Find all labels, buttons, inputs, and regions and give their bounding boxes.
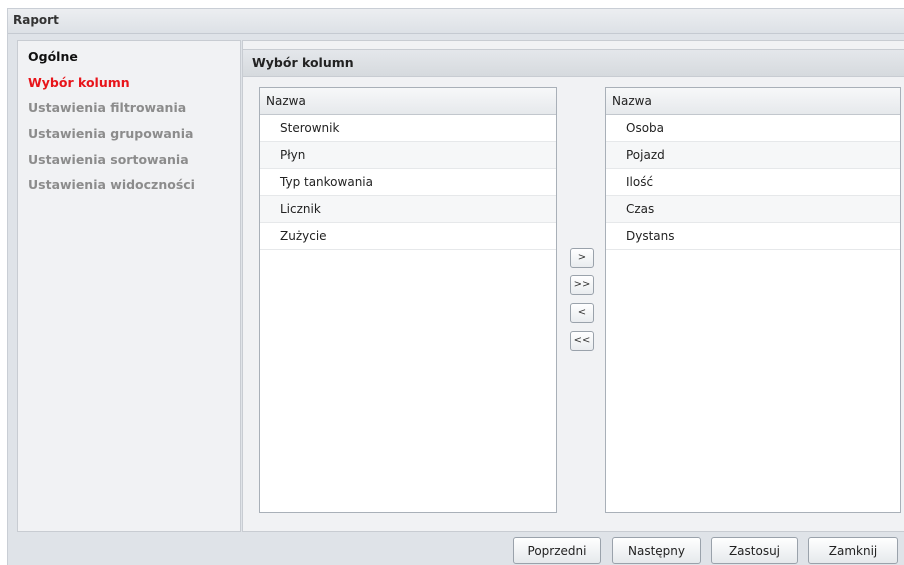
nav-item-sort-settings[interactable]: Ustawienia sortowania bbox=[28, 152, 189, 167]
selected-columns-grid[interactable]: Nazwa Osoba Pojazd Ilość Czas Dystans bbox=[605, 87, 901, 513]
next-button[interactable]: Następny bbox=[612, 537, 701, 564]
nav-item-group-settings[interactable]: Ustawienia grupowania bbox=[28, 126, 193, 141]
column-header-name: Nazwa bbox=[612, 94, 652, 108]
nav-item-column-selection[interactable]: Wybór kolumn bbox=[28, 75, 130, 90]
available-columns-header[interactable]: Nazwa bbox=[260, 88, 556, 115]
nav-item-general[interactable]: Ogólne bbox=[28, 49, 78, 64]
apply-button[interactable]: Zastosuj bbox=[711, 537, 798, 564]
list-item[interactable]: Zużycie bbox=[260, 223, 556, 250]
list-item[interactable]: Ilość bbox=[606, 169, 900, 196]
nav-item-filter-settings[interactable]: Ustawienia filtrowania bbox=[28, 100, 186, 115]
list-item[interactable]: Osoba bbox=[606, 115, 900, 142]
list-item[interactable]: Pojazd bbox=[606, 142, 900, 169]
content-panel: Wybór kolumn Nazwa Sterownik Płyn Typ ta… bbox=[242, 40, 904, 532]
available-columns-grid[interactable]: Nazwa Sterownik Płyn Typ tankowania Licz… bbox=[259, 87, 557, 513]
close-button[interactable]: Zamknij bbox=[808, 537, 898, 564]
column-header-name: Nazwa bbox=[266, 94, 306, 108]
section-header: Wybór kolumn bbox=[243, 49, 904, 77]
nav-item-visibility-settings[interactable]: Ustawienia widoczności bbox=[28, 177, 195, 192]
add-all-columns-button[interactable]: >> bbox=[570, 275, 594, 295]
list-item[interactable]: Typ tankowania bbox=[260, 169, 556, 196]
wizard-steps-panel: Ogólne Wybór kolumn Ustawienia filtrowan… bbox=[17, 40, 241, 532]
add-column-button[interactable]: > bbox=[570, 248, 594, 268]
previous-button[interactable]: Poprzedni bbox=[513, 537, 601, 564]
window-title: Raport bbox=[13, 13, 59, 27]
list-item[interactable]: Dystans bbox=[606, 223, 900, 250]
report-window: Raport Ogólne Wybór kolumn Ustawienia fi… bbox=[7, 8, 904, 565]
title-bar: Raport bbox=[8, 9, 904, 34]
list-item[interactable]: Czas bbox=[606, 196, 900, 223]
remove-all-columns-button[interactable]: << bbox=[570, 331, 594, 351]
section-title: Wybór kolumn bbox=[252, 55, 354, 70]
list-item[interactable]: Sterownik bbox=[260, 115, 556, 142]
list-item[interactable]: Licznik bbox=[260, 196, 556, 223]
remove-column-button[interactable]: < bbox=[570, 303, 594, 323]
list-item[interactable]: Płyn bbox=[260, 142, 556, 169]
selected-columns-header[interactable]: Nazwa bbox=[606, 88, 900, 115]
